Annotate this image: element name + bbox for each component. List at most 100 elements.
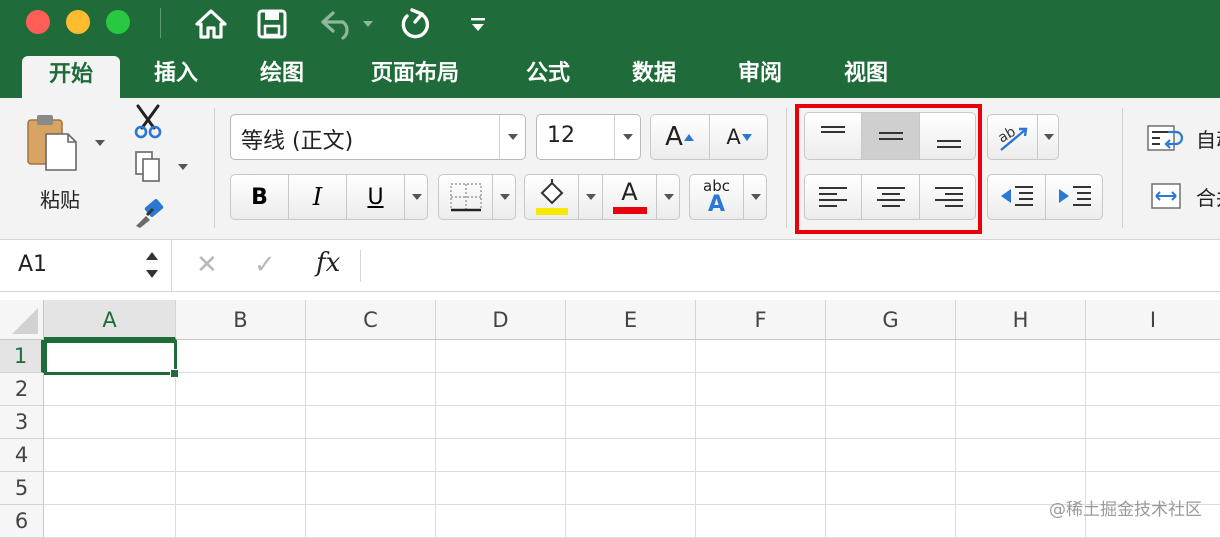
gridline (44, 405, 1220, 406)
orientation-icon: ab (988, 115, 1038, 159)
gridline (44, 471, 1220, 472)
underline-button[interactable]: U (347, 175, 405, 219)
select-all-button[interactable] (0, 300, 44, 340)
tab-page-layout[interactable]: 页面布局 (352, 50, 478, 98)
insert-function-icon[interactable]: fx (316, 248, 340, 278)
name-box-stepper-icon[interactable] (144, 248, 160, 282)
text-effects-bottom: A (707, 192, 726, 217)
font-size-arrow-icon[interactable] (614, 115, 640, 159)
paste-icon[interactable] (24, 112, 82, 174)
column-header-a[interactable]: A (44, 300, 176, 340)
tab-view[interactable]: 视图 (830, 50, 902, 98)
save-icon[interactable] (254, 5, 290, 43)
row-header-1[interactable]: 1 (0, 340, 44, 373)
bold-button[interactable]: B (231, 175, 289, 219)
column-header-f[interactable]: F (696, 300, 826, 340)
merge-center-icon (1151, 183, 1181, 209)
fill-color-arrow-icon[interactable] (579, 175, 603, 219)
font-color-arrow-icon[interactable] (657, 175, 681, 219)
svg-text:ab: ab (995, 124, 1018, 147)
select-all-triangle-icon (12, 308, 38, 334)
column-header-b[interactable]: B (176, 300, 306, 340)
tab-formulas[interactable]: 公式 (512, 50, 584, 98)
gridline (44, 372, 1220, 373)
column-header-g[interactable]: G (826, 300, 956, 340)
undo-icon[interactable] (316, 5, 378, 43)
increase-indent-button[interactable] (1046, 175, 1104, 219)
row-header-3[interactable]: 3 (0, 406, 44, 439)
gridline (565, 340, 566, 538)
fill-handle[interactable] (170, 369, 179, 378)
redo-icon[interactable] (396, 5, 434, 43)
formula-divider (360, 250, 361, 282)
text-effects-button[interactable]: abc A (689, 174, 767, 220)
ribbon-home: 粘贴 等线 (正文) 12 A A B I U A abc A ab 自 合 (0, 98, 1220, 240)
font-size-value: 12 (547, 123, 575, 148)
close-window-button[interactable] (26, 10, 50, 34)
gridline (435, 340, 436, 538)
worksheet-grid: A B C D E F G H I 1 2 3 4 5 6 @稀土掘金技术社区 (0, 300, 1220, 538)
active-cell-a1[interactable] (44, 340, 177, 375)
gridline (695, 340, 696, 538)
row-header-5[interactable]: 5 (0, 472, 44, 505)
wrap-text-button[interactable]: 自动换行 (1146, 124, 1220, 154)
merge-center-button[interactable]: 合并后居中 (1146, 182, 1220, 212)
borders-button[interactable] (438, 174, 516, 220)
grow-font-letter: A (665, 122, 683, 152)
watermark: @稀土掘金技术社区 (1049, 500, 1202, 520)
text-effects-arrow-icon[interactable] (744, 175, 768, 219)
font-color-swatch (612, 207, 647, 214)
color-group: A (524, 174, 680, 220)
column-header-i[interactable]: I (1086, 300, 1220, 340)
paste-label[interactable]: 粘贴 (40, 184, 80, 213)
shrink-font-button[interactable]: A (710, 115, 769, 159)
column-header-h[interactable]: H (956, 300, 1086, 340)
customize-quick-access-icon[interactable] (466, 5, 490, 43)
cancel-edit-icon[interactable]: ✕ (196, 250, 218, 280)
gridline (305, 340, 306, 538)
zoom-window-button[interactable] (106, 10, 130, 34)
tab-draw[interactable]: 绘图 (246, 50, 318, 98)
wrap-text-icon (1147, 125, 1184, 151)
copy-icon[interactable] (134, 150, 164, 184)
increase-indent-icon (1059, 186, 1091, 206)
merge-center-label: 合并后居中 (1196, 186, 1220, 210)
home-icon[interactable] (192, 5, 230, 43)
paste-options-arrow-icon[interactable] (95, 140, 105, 146)
group-divider (214, 108, 215, 228)
tab-data[interactable]: 数据 (618, 50, 690, 98)
name-box[interactable]: A1 (0, 240, 172, 292)
copy-options-arrow-icon[interactable] (178, 164, 188, 170)
column-header-c[interactable]: C (306, 300, 436, 340)
alignment-highlight-box (795, 104, 982, 234)
formula-input[interactable] (362, 240, 1220, 292)
column-header-d[interactable]: D (436, 300, 566, 340)
row-header-6[interactable]: 6 (0, 505, 44, 538)
fill-color-button[interactable] (525, 175, 579, 219)
font-color-button[interactable]: A (603, 175, 657, 219)
format-painter-icon[interactable] (132, 196, 166, 230)
orientation-arrow-icon[interactable] (1038, 115, 1060, 159)
grow-font-button[interactable]: A (651, 115, 710, 159)
tab-home[interactable]: 开始 (22, 56, 120, 98)
underline-options-arrow-icon[interactable] (405, 175, 429, 219)
minimize-window-button[interactable] (66, 10, 90, 34)
tab-review[interactable]: 审阅 (724, 50, 796, 98)
row-header-4[interactable]: 4 (0, 439, 44, 472)
name-box-value: A1 (18, 252, 48, 277)
font-size-select[interactable]: 12 (536, 114, 641, 160)
row-header-2[interactable]: 2 (0, 373, 44, 406)
confirm-edit-icon[interactable]: ✓ (254, 250, 276, 280)
borders-arrow-icon[interactable] (493, 175, 517, 219)
down-triangle-icon (741, 134, 752, 141)
cut-icon[interactable] (132, 104, 164, 140)
font-name-select[interactable]: 等线 (正文) (230, 114, 526, 160)
font-name-arrow-icon[interactable] (499, 115, 525, 159)
column-header-e[interactable]: E (566, 300, 696, 340)
orientation-button[interactable]: ab (987, 114, 1059, 160)
decrease-indent-icon (1000, 186, 1033, 206)
italic-button[interactable]: I (289, 175, 347, 219)
tab-insert[interactable]: 插入 (140, 50, 212, 98)
decrease-indent-button[interactable] (988, 175, 1046, 219)
font-style-group: B I U (230, 174, 428, 220)
